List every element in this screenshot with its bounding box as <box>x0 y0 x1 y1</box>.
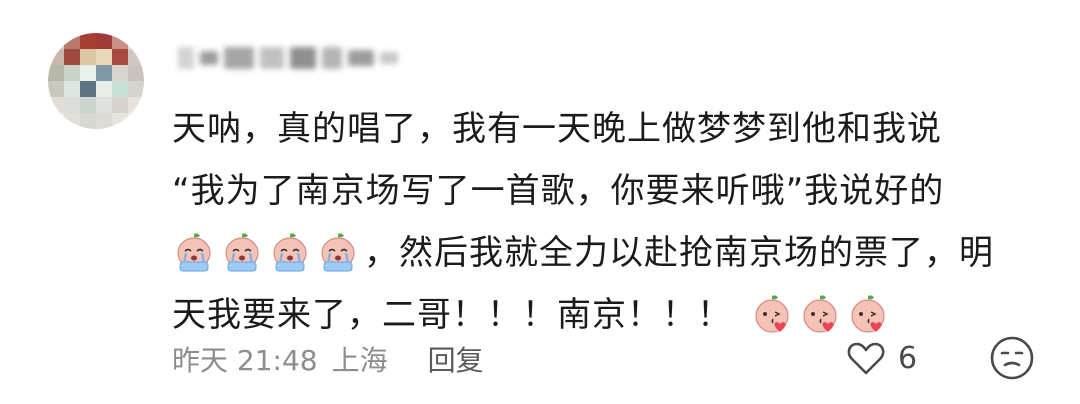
avatar[interactable] <box>48 33 144 129</box>
heart-icon <box>844 336 888 380</box>
crying-peach-icon <box>316 231 360 275</box>
kissing-peach-icon <box>846 293 890 337</box>
comment-timestamp: 昨天 21:48 <box>172 344 318 377</box>
crying-peach-icon <box>172 231 216 275</box>
like-button[interactable]: 6 <box>844 334 917 382</box>
comment-text: 天呐，真的唱了，我有一天晚上做梦梦到他和我说 “我为了南京场写了一首歌，你要来听… <box>172 98 1052 346</box>
unamused-face-icon <box>988 334 1036 382</box>
comment-text-line: “我为了南京场写了一首歌，你要来听哦”我说好的 <box>172 171 945 211</box>
username-blurred[interactable] <box>178 36 398 80</box>
comment-text-line: 天呐，真的唱了，我有一天晚上做梦梦到他和我说 <box>172 109 942 149</box>
crying-peach-icon <box>220 231 264 275</box>
like-count: 6 <box>898 340 918 376</box>
comment-meta: 昨天 21:48 上海 回复 <box>172 336 484 382</box>
reply-button[interactable]: 回复 <box>428 339 484 379</box>
crying-peach-icon <box>268 231 312 275</box>
dislike-button[interactable] <box>988 334 1036 382</box>
comment-text-line: ，然后我就全力以赴抢南京场的票了，明 <box>364 233 994 273</box>
kissing-peach-icon <box>750 293 794 337</box>
comment-line-1: 天呐，真的唱了，我有一天晚上做梦梦到他和我说 <box>172 98 1052 160</box>
comment-line-3: ，然后我就全力以赴抢南京场的票了，明 <box>172 222 1052 284</box>
comment-location: 上海 <box>331 344 388 377</box>
kissing-peach-icon <box>798 293 842 337</box>
comment-line-2: “我为了南京场写了一首歌，你要来听哦”我说好的 <box>172 160 1052 222</box>
comment-card: 天呐，真的唱了，我有一天晚上做梦梦到他和我说 “我为了南京场写了一首歌，你要来听… <box>0 0 1080 404</box>
